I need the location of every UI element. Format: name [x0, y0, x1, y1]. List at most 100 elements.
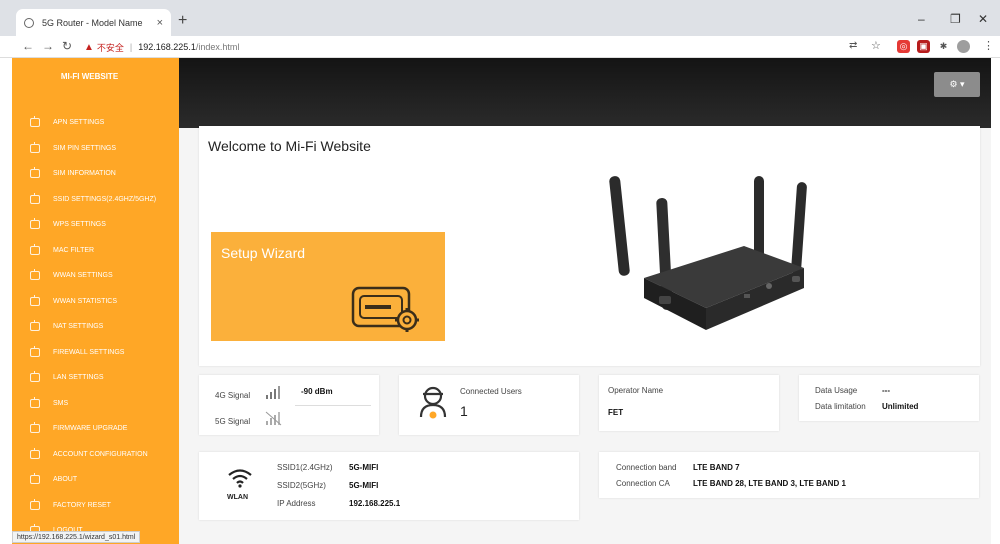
- sidebar-item-about[interactable]: ABOUT: [12, 467, 179, 493]
- globe-icon: [24, 17, 34, 28]
- address-separator: |: [129, 42, 133, 52]
- setup-wizard-label: Setup Wizard: [221, 245, 306, 261]
- signal-divider: [295, 405, 371, 406]
- minimize-icon[interactable]: –: [918, 12, 925, 26]
- gear-icon: ⚙: [949, 79, 958, 89]
- signal-5g-label: 5G Signal: [215, 417, 251, 426]
- connected-users-card: Connected Users 1: [399, 375, 579, 435]
- connected-users-label: Connected Users: [460, 387, 522, 396]
- connection-card: Connection band LTE BAND 7 Connection CA…: [599, 452, 979, 498]
- sidebar-item-sms[interactable]: SMS: [12, 391, 179, 417]
- box-icon: [30, 396, 40, 408]
- sidebar-item-wwan-statistics[interactable]: WWAN STATISTICS: [12, 289, 179, 315]
- back-icon[interactable]: ←: [22, 39, 34, 53]
- setup-wizard-button[interactable]: Setup Wizard: [211, 232, 445, 341]
- sidebar-item-sim-pin-settings[interactable]: SIM PIN SETTINGS: [12, 136, 179, 162]
- box-icon: [30, 218, 40, 230]
- data-usage-label: Data Usage: [815, 386, 858, 395]
- box-icon: [30, 116, 40, 128]
- signal-bars-4g-icon: [266, 386, 280, 399]
- connected-users-count: 1: [460, 403, 468, 419]
- wlan-card: WLAN SSID1(2.4GHz) 5G-MIFI SSID2(5GHz) 5…: [199, 452, 579, 520]
- new-tab-button[interactable]: +: [178, 13, 187, 29]
- browser-menu-icon[interactable]: ⋮: [983, 39, 994, 53]
- puzzle-extensions-icon[interactable]: ✱: [937, 40, 950, 53]
- forward-icon[interactable]: →: [42, 39, 54, 53]
- box-icon: [30, 498, 40, 510]
- ssid1-label: SSID1(2.4GHz): [277, 463, 333, 472]
- wizard-gear-icon: [351, 286, 419, 332]
- connection-ca-value: LTE BAND 28, LTE BAND 3, LTE BAND 1: [693, 479, 846, 488]
- sidebar-item-nat-settings[interactable]: NAT SETTINGS: [12, 314, 179, 340]
- restore-icon[interactable]: ❐: [950, 12, 961, 26]
- warning-icon: ▲: [84, 41, 94, 53]
- address-path: /index.html: [195, 42, 240, 52]
- box-icon: [30, 345, 40, 357]
- sidebar-item-firewall-settings[interactable]: FIREWALL SETTINGS: [12, 340, 179, 366]
- box-icon: [30, 320, 40, 332]
- sidebar-item-label: SIM INFORMATION: [53, 170, 116, 178]
- data-limitation-label: Data limitation: [815, 402, 866, 411]
- signal-card: 4G Signal -90 dBm 5G Signal: [199, 375, 379, 435]
- browser-tab[interactable]: 5G Router - Model Name ×: [16, 9, 171, 36]
- sidebar-item-label: MAC FILTER: [53, 246, 95, 254]
- settings-dropdown-button[interactable]: ⚙ ▾: [934, 72, 980, 97]
- box-icon: [30, 192, 40, 204]
- welcome-card: Welcome to Mi-Fi Website Setup Wizard: [199, 126, 980, 366]
- sidebar-item-label: ABOUT: [53, 476, 78, 484]
- sidebar-item-wps-settings[interactable]: WPS SETTINGS: [12, 212, 179, 238]
- sidebar-item-label: FIREWALL SETTINGS: [53, 348, 125, 356]
- sidebar-item-sim-information[interactable]: SIM INFORMATION: [12, 161, 179, 187]
- router-image: [609, 176, 807, 330]
- address-bar[interactable]: ▲ 不安全 | 192.168.225.1 /index.html: [84, 38, 864, 56]
- sidebar-item-account-configuration[interactable]: ACCOUNT CONFIGURATION: [12, 442, 179, 468]
- signal-4g-value: -90 dBm: [301, 387, 333, 396]
- profile-avatar-icon[interactable]: [957, 40, 970, 53]
- sidebar-item-apn-settings[interactable]: APN SETTINGS: [12, 110, 179, 136]
- sidebar-item-factory-reset[interactable]: FACTORY RESET: [12, 493, 179, 519]
- sidebar-item-ssid-settings[interactable]: SSID SETTINGS(2.4GHZ/5GHZ): [12, 187, 179, 213]
- page-title: Welcome to Mi-Fi Website: [208, 138, 371, 154]
- sidebar-item-lan-settings[interactable]: LAN SETTINGS: [12, 365, 179, 391]
- box-icon: [30, 371, 40, 383]
- pdf-extension-icon[interactable]: ▣: [917, 40, 930, 53]
- connection-ca-label: Connection CA: [616, 479, 670, 488]
- close-window-icon[interactable]: ✕: [978, 12, 988, 26]
- ssid2-label: SSID2(5GHz): [277, 481, 326, 490]
- close-icon[interactable]: ×: [157, 17, 163, 29]
- box-icon: [30, 167, 40, 179]
- sidebar: MI-FI WEBSITE APN SETTINGS SIM PIN SETTI…: [12, 58, 179, 544]
- brand-logo-text: MI-FI WEBSITE: [60, 72, 119, 81]
- operator-card: Operator Name FET: [599, 375, 779, 431]
- address-host: 192.168.225.1: [138, 42, 196, 52]
- sidebar-item-wwan-settings[interactable]: WWAN SETTINGS: [12, 263, 179, 289]
- extension-red-icon[interactable]: ◎: [897, 40, 910, 53]
- browser-toolbar: ← → ↻ ▲ 不安全 | 192.168.225.1 /index.html …: [0, 36, 1000, 58]
- box-icon: [30, 473, 40, 485]
- signal-bars-5g-icon: [265, 411, 282, 426]
- sidebar-item-label: NAT SETTINGS: [53, 323, 104, 331]
- sidebar-item-label: LAN SETTINGS: [53, 374, 104, 382]
- wifi-icon: [228, 469, 252, 488]
- reload-icon[interactable]: ↻: [62, 39, 72, 53]
- connection-band-label: Connection band: [616, 463, 677, 472]
- sidebar-item-label: SSID SETTINGS(2.4GHZ/5GHZ): [53, 195, 157, 203]
- browser-tab-bar: 5G Router - Model Name × + – ❐ ✕: [0, 0, 1000, 36]
- top-header: ⚙ ▾: [179, 58, 991, 128]
- connection-band-value: LTE BAND 7: [693, 463, 740, 472]
- sidebar-item-label: APN SETTINGS: [53, 119, 105, 127]
- sidebar-item-label: WPS SETTINGS: [53, 221, 106, 229]
- box-icon: [30, 269, 40, 281]
- data-limitation-value: Unlimited: [882, 402, 919, 411]
- ip-address-label: IP Address: [277, 499, 316, 508]
- sidebar-item-mac-filter[interactable]: MAC FILTER: [12, 238, 179, 264]
- sidebar-item-label: SMS: [53, 399, 69, 407]
- operator-name-label: Operator Name: [608, 386, 664, 395]
- box-icon: [30, 243, 40, 255]
- sidebar-item-label: SIM PIN SETTINGS: [53, 144, 117, 152]
- chevron-down-icon: ▾: [960, 79, 965, 89]
- star-icon[interactable]: ☆: [871, 39, 881, 53]
- translate-icon[interactable]: ⇄: [849, 39, 857, 53]
- sidebar-item-firmware-upgrade[interactable]: FIRMWARE UPGRADE: [12, 416, 179, 442]
- user-icon: [419, 386, 447, 419]
